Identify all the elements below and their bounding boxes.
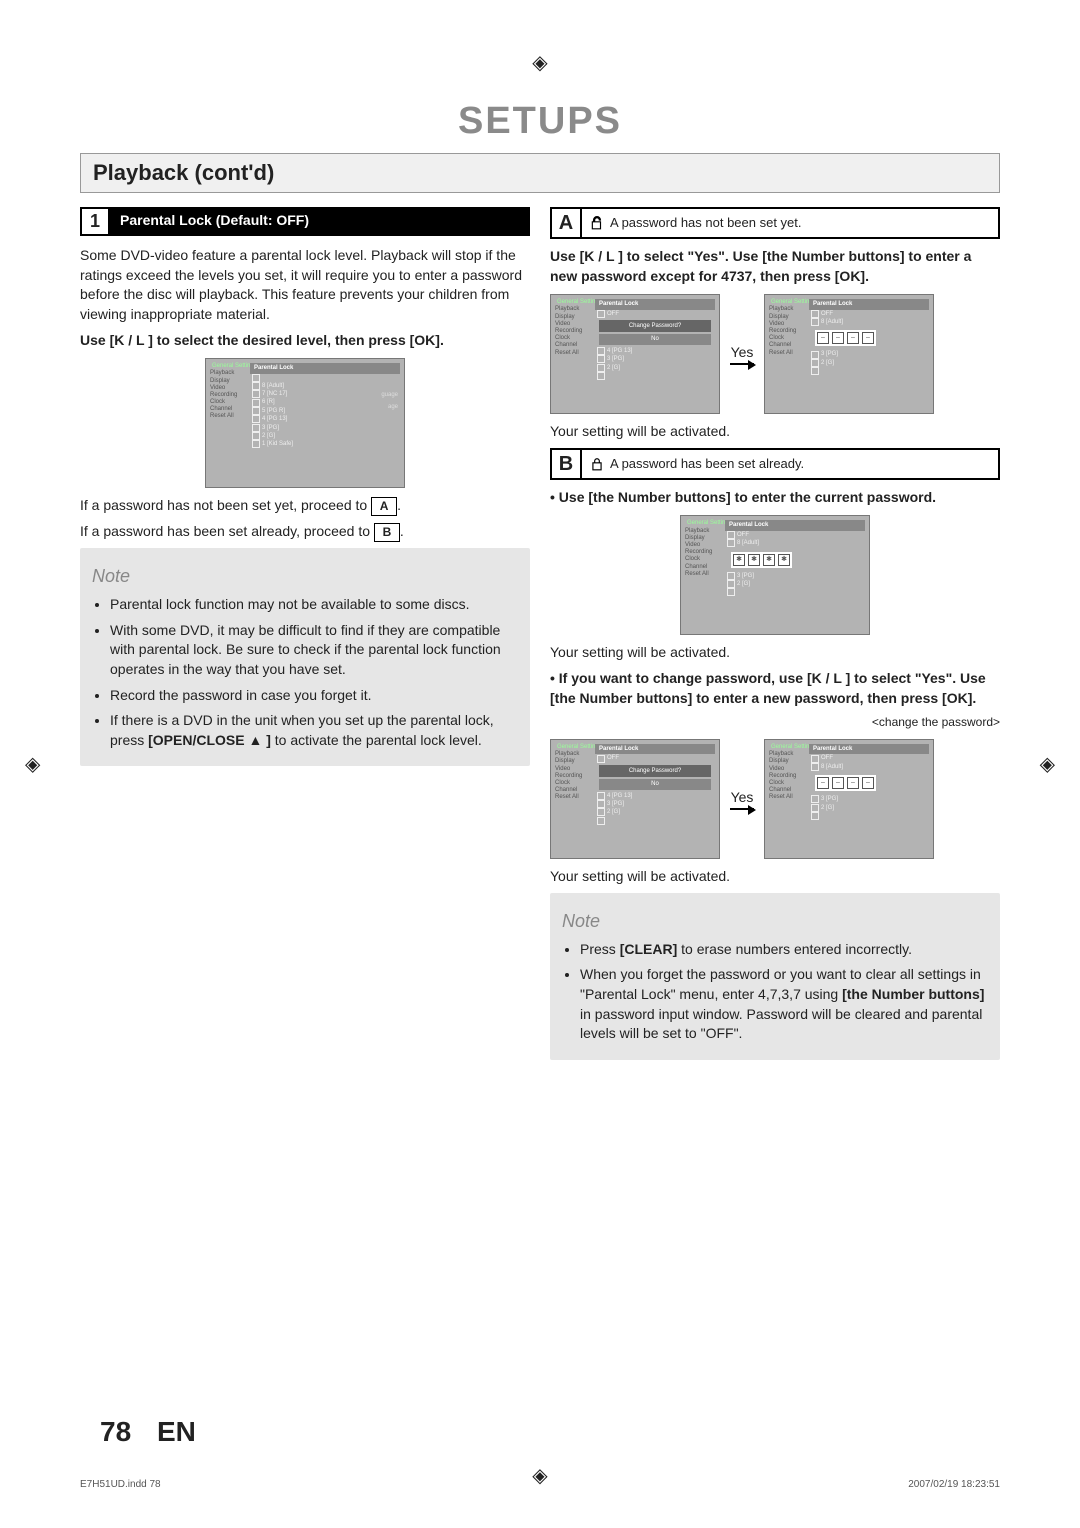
level: 6 [R] — [262, 398, 275, 406]
note-heading: Note — [562, 909, 988, 934]
level: 7 [NC 17] — [262, 390, 287, 398]
level: 5 [PG R] — [262, 407, 285, 415]
note-item: Press [CLEAR] to erase numbers entered i… — [580, 940, 988, 960]
caption: <change the password> — [550, 714, 1000, 731]
crosshair-icon: ◈ — [532, 50, 547, 75]
note-heading: Note — [92, 564, 518, 589]
instruction: • Use [the Number buttons] to enter the … — [550, 488, 1000, 508]
list-item: Recording — [210, 392, 250, 399]
callout-letter: B — [552, 450, 582, 478]
ref-a: A — [371, 497, 397, 516]
note-box: Note Press [CLEAR] to erase numbers ente… — [550, 893, 1000, 1060]
dialog-question: Change Password? — [599, 320, 711, 332]
crosshair-icon: ◈ — [532, 1463, 547, 1488]
callout-text: A password has not been set yet. — [610, 214, 802, 232]
level: 1 [Kid Safe] — [262, 440, 293, 448]
page-number: 78 — [100, 1416, 131, 1447]
level: 2 [G] — [262, 432, 275, 440]
note-item: Record the password in case you forget i… — [110, 686, 518, 706]
page-title: SETUPS — [80, 100, 1000, 143]
gui-pair: General Setting Playback Display Video R… — [550, 294, 1000, 414]
settings-screen: General Setting Playback Display Video R… — [764, 294, 934, 414]
password-input: –––– — [815, 775, 876, 791]
status-text: Your setting will be activated. — [550, 867, 1000, 887]
hint: age — [388, 403, 398, 411]
section-heading: Playback (cont'd) — [80, 153, 1000, 193]
list-item: Display — [210, 378, 250, 385]
list-item: Channel — [210, 406, 250, 413]
proceed-b: If a password has been set already, proc… — [80, 522, 530, 542]
list-item: Playback — [210, 370, 250, 377]
settings-screen: General Setting Playback Display Video R… — [550, 739, 720, 859]
settings-screen: General Setting Playback Display Video R… — [205, 358, 405, 488]
list-item: Reset All — [210, 413, 250, 420]
ref-b: B — [374, 523, 400, 542]
step-heading: 1 Parental Lock (Default: OFF) — [80, 207, 530, 236]
status-text: Your setting will be activated. — [550, 422, 1000, 442]
password-input: –––– — [815, 330, 876, 346]
dialog-no: No — [599, 334, 711, 344]
instruction: Use [K / L ] to select the desired level… — [80, 331, 530, 351]
note-box: Note Parental lock function may not be a… — [80, 548, 530, 766]
settings-screen: General Setting Playback Display Video R… — [680, 515, 870, 635]
list-item: Clock — [210, 399, 250, 406]
lock-open-icon — [590, 216, 604, 230]
settings-screen: General Setting Playback Display Video R… — [764, 739, 934, 859]
proceed-a: If a password has not been set yet, proc… — [80, 496, 530, 516]
gui-pair: General Setting Playback Display Video R… — [550, 739, 1000, 859]
arrow-right-icon — [730, 808, 754, 810]
print-footnote: 2007/02/19 18:23:51 — [908, 1479, 1000, 1490]
instruction: • If you want to change password, use [K… — [550, 669, 1000, 708]
note-item: When you forget the password or you want… — [580, 965, 988, 1043]
level: 4 [PG 13] — [262, 415, 287, 423]
password-input: ✱✱✱✱ — [731, 552, 792, 568]
callout-letter: A — [552, 209, 582, 237]
callout-b: B A password has been set already. — [550, 448, 1000, 480]
crosshair-icon: ◈ — [25, 752, 40, 777]
gui-title: General Setting — [210, 363, 250, 370]
status-text: Your setting will be activated. — [550, 643, 1000, 663]
note-item: Parental lock function may not be availa… — [110, 595, 518, 615]
arrow-right-icon — [730, 363, 754, 365]
step-label: Parental Lock (Default: OFF) — [110, 207, 530, 236]
note-item: If there is a DVD in the unit when you s… — [110, 711, 518, 750]
instruction: Use [K / L ] to select "Yes". Use [the N… — [550, 247, 1000, 286]
step-number: 1 — [80, 207, 110, 236]
crosshair-icon: ◈ — [1040, 752, 1055, 777]
callout-a: A A password has not been set yet. — [550, 207, 1000, 239]
menu-header: Parental Lock — [250, 363, 400, 373]
page-lang: EN — [157, 1416, 196, 1447]
print-footnote: E7H51UD.indd 78 — [80, 1479, 161, 1490]
hint: guage — [381, 391, 398, 399]
note-item: With some DVD, it may be difficult to fi… — [110, 621, 518, 680]
page-footer: 78 EN — [100, 1416, 196, 1448]
lock-icon — [590, 457, 604, 471]
level: 8 [Adult] — [262, 382, 284, 390]
callout-text: A password has been set already. — [610, 455, 804, 473]
level: 3 [PG] — [262, 424, 279, 432]
intro-text: Some DVD-video feature a parental lock l… — [80, 246, 530, 324]
list-item: Video — [210, 385, 250, 392]
settings-screen: General Setting Playback Display Video R… — [550, 294, 720, 414]
